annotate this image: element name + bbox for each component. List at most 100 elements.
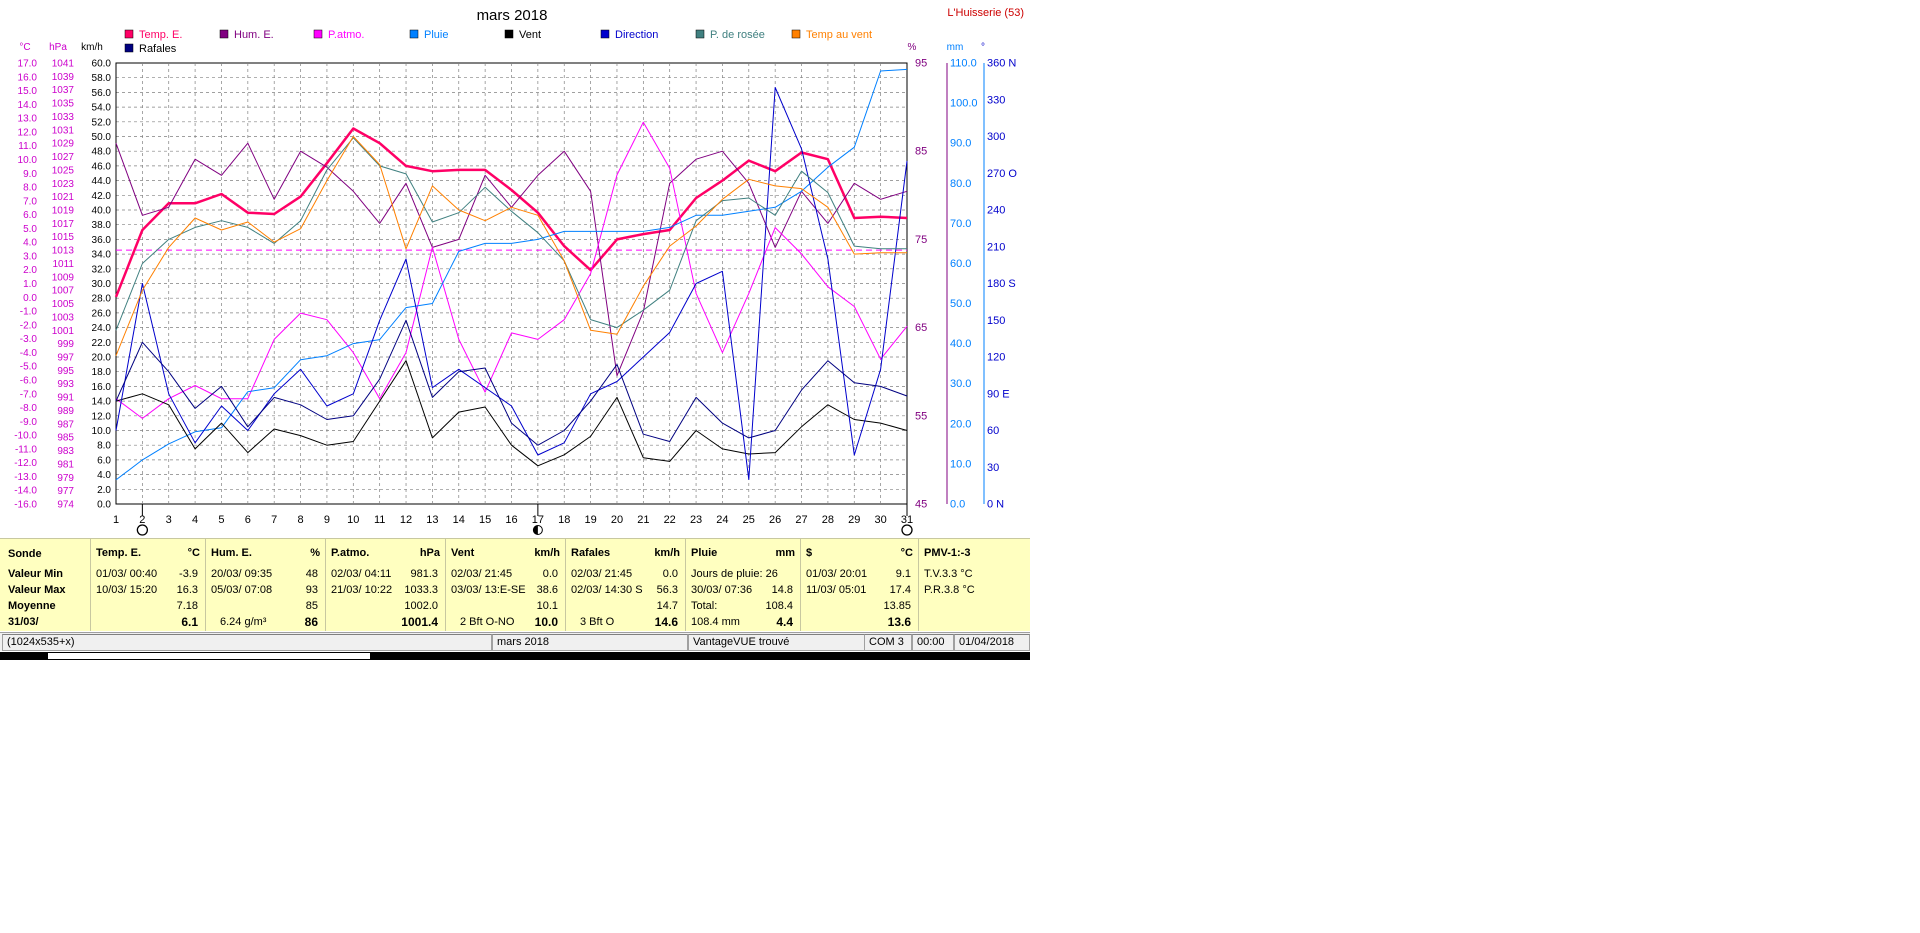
- hum-tick-label: 65: [915, 322, 927, 334]
- x-tick-label: 4: [192, 514, 198, 526]
- cell-label: 20/03/ 09:35: [211, 568, 273, 580]
- rain-tick-label: 110.0: [950, 58, 977, 70]
- stats-column: PMV-1:-3 T.V.3.3 °C P.R.3.8 °C: [918, 539, 1031, 631]
- status-size: (1024x535+x): [2, 634, 492, 651]
- dir-tick-label: 60: [987, 425, 999, 437]
- temp-tick-label: -2.0: [20, 320, 38, 331]
- hum-tick-label: 55: [915, 410, 927, 422]
- dir-tick-label: 120: [987, 352, 1005, 364]
- cell-value: 1033.3: [404, 584, 438, 596]
- cell-value: 13.85: [883, 600, 911, 612]
- stats-column: Pluie mm Jours de pluie: 26 30/03/ 07:36 14.…: [685, 539, 801, 631]
- scrollbar-thumb[interactable]: [48, 653, 370, 659]
- pressure-tick-label: 979: [57, 473, 74, 484]
- dir-tick-label: 0 N: [987, 499, 1004, 511]
- wind-tick-label: 0.0: [97, 500, 111, 511]
- moon-new-icon: [136, 524, 149, 536]
- rain-tick-label: 80.0: [950, 178, 971, 190]
- hum-tick-label: 95: [915, 58, 927, 70]
- stats-column: Vent km/h 02/03/ 21:45 0.0 03/03/ 13:E-SE 38.…: [445, 539, 566, 631]
- rain-tick-label: 20.0: [950, 418, 971, 430]
- temp-tick-label: 9.0: [23, 169, 37, 180]
- chart-axes: mars 2018 L'Huisserie (53)°C17.016.015.01…: [14, 7, 1024, 526]
- legend-swatch: [219, 29, 229, 39]
- column-header: Temp. E. °C: [91, 547, 206, 561]
- wind-axis-label: km/h: [81, 42, 103, 53]
- cell-label: Total:: [691, 600, 718, 612]
- column-unit: mm: [775, 547, 795, 559]
- stats-column: Temp. E. °C 01/03/ 00:40 -3.9 10/03/ 15:20 16…: [90, 539, 206, 631]
- temp-tick-label: 15.0: [18, 86, 38, 97]
- wind-tick-label: 10.0: [92, 426, 112, 437]
- pressure-tick-label: 983: [57, 446, 74, 457]
- column-unit: hPa: [419, 547, 440, 559]
- cell-label: 21/03/ 10:22: [331, 584, 393, 596]
- scrollbar-strip[interactable]: [0, 652, 1030, 660]
- pressure-tick-label: 1035: [52, 99, 75, 110]
- cell-label: 11/03/ 05:01: [806, 584, 867, 596]
- cell-value: 17.4: [889, 584, 911, 596]
- cell-label: 2 Bft O-NO: [460, 616, 515, 628]
- temp-tick-label: 17.0: [18, 59, 38, 70]
- wind-tick-label: 28.0: [92, 294, 112, 305]
- wind-tick-label: 34.0: [92, 250, 112, 261]
- dir-tick-label: 30: [987, 462, 999, 474]
- cell-label: 03/03/ 13:E-SE: [451, 584, 526, 596]
- pressure-tick-label: 1017: [52, 219, 75, 230]
- cell-label: 10/03/ 15:20: [96, 584, 158, 596]
- pressure-tick-label: 1039: [52, 72, 75, 83]
- wind-tick-label: 42.0: [92, 191, 112, 202]
- row-label: Sonde: [8, 548, 42, 560]
- temp-tick-label: 6.0: [23, 210, 37, 221]
- cell-label: 01/03/ 20:01: [806, 568, 868, 580]
- wind-tick-label: 48.0: [92, 147, 112, 158]
- row-label: Moyenne: [8, 600, 56, 612]
- cell-value: 6.1: [181, 615, 198, 629]
- cell-label: 01/03/ 00:40: [96, 568, 158, 580]
- cell-value: 13.6: [887, 615, 911, 629]
- cell-value: 14.7: [656, 600, 678, 612]
- column-title: P.atmo.: [331, 547, 370, 559]
- rain-tick-label: 40.0: [950, 338, 971, 350]
- temp-tick-label: 16.0: [18, 72, 38, 83]
- column-unit: °C: [187, 547, 200, 559]
- wind-tick-label: 36.0: [92, 235, 112, 246]
- x-tick-label: 28: [822, 514, 834, 526]
- legend-swatch: [124, 43, 134, 53]
- column-header: $ °C: [801, 547, 919, 561]
- pressure-tick-label: 1009: [52, 272, 75, 283]
- cell-label: Jours de pluie: 26: [691, 568, 778, 580]
- legend-swatch: [504, 29, 514, 39]
- wind-tick-label: 32.0: [92, 264, 112, 275]
- legend-swatch: [124, 29, 134, 39]
- wind-tick-label: 58.0: [92, 73, 112, 84]
- location-label: L'Huisserie (53): [947, 7, 1024, 19]
- cell-value: 93: [305, 584, 318, 596]
- temp-tick-label: 4.0: [23, 238, 37, 249]
- temp-tick-label: 11.0: [18, 141, 37, 152]
- temp-tick-label: -1.0: [20, 307, 38, 318]
- pressure-tick-label: 974: [57, 500, 74, 511]
- dir-tick-label: 240: [987, 205, 1005, 217]
- legend-swatch: [600, 29, 610, 39]
- status-port: COM 3: [864, 634, 912, 651]
- legend-label: Direction: [615, 29, 658, 41]
- cell-value: 9.1: [895, 568, 911, 580]
- dir-tick-label: 300: [987, 131, 1005, 143]
- temp-tick-label: 1.0: [23, 279, 37, 290]
- wind-tick-label: 24.0: [92, 323, 112, 334]
- x-tick-label: 8: [298, 514, 304, 526]
- cell-value: 1002.0: [404, 600, 438, 612]
- dir-tick-label: 150: [987, 315, 1005, 327]
- cell-value: 1001.4: [401, 615, 438, 629]
- chart-title: mars 2018: [477, 7, 548, 24]
- cell-value: 14.6: [654, 615, 678, 629]
- column-header: Rafales km/h: [566, 547, 686, 561]
- pressure-tick-label: 1025: [52, 165, 75, 176]
- wind-tick-label: 20.0: [92, 353, 112, 364]
- rain-tick-label: 50.0: [950, 298, 971, 310]
- pressure-tick-label: 1033: [52, 112, 75, 123]
- x-tick-label: 16: [505, 514, 517, 526]
- wind-tick-label: 54.0: [92, 103, 112, 114]
- legend-label: Temp. E.: [139, 29, 182, 41]
